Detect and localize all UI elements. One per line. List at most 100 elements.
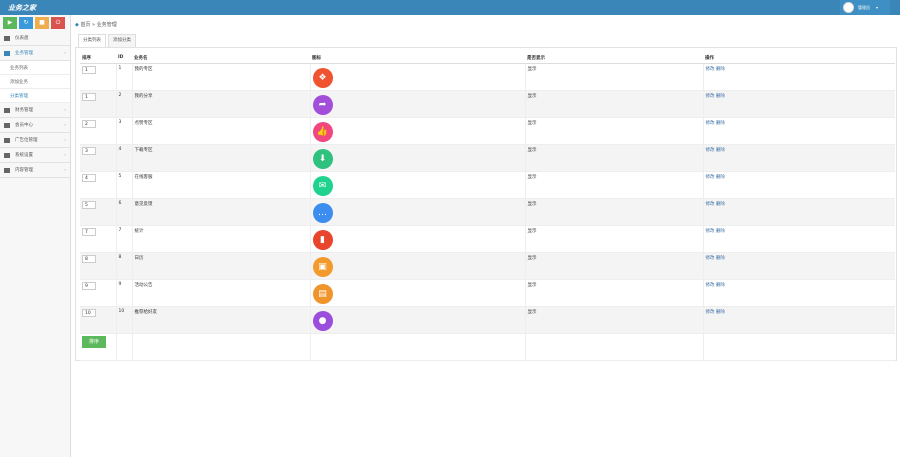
play-icon: ▶ bbox=[7, 19, 13, 26]
sort-input[interactable]: 1 bbox=[82, 65, 96, 74]
row-id: 4 bbox=[115, 144, 132, 172]
sort-input[interactable]: 9 bbox=[82, 281, 96, 290]
row-show: 显示 bbox=[524, 63, 703, 91]
menu-icon bbox=[4, 152, 10, 158]
table-row: 3 4 下载专区 ⬇ 显示 修改 删除 bbox=[80, 144, 895, 172]
row-id: 10 bbox=[115, 306, 132, 334]
category-icon: ▤ bbox=[312, 283, 333, 304]
table-row: 1 1 我的专区 ❖ 显示 修改 删除 bbox=[80, 63, 895, 91]
row-actions[interactable]: 修改 删除 bbox=[706, 229, 725, 234]
row-actions[interactable]: 修改 删除 bbox=[706, 94, 725, 99]
category-icon: ➦ bbox=[312, 94, 333, 115]
row-actions[interactable]: 修改 删除 bbox=[706, 148, 725, 153]
row-id: 2 bbox=[115, 90, 132, 118]
row-name: 日历 bbox=[131, 252, 310, 280]
sort-input[interactable]: 2 bbox=[82, 119, 96, 128]
row-actions[interactable]: 修改 删除 bbox=[706, 175, 725, 180]
tab-category-list[interactable]: 分类列表 bbox=[78, 34, 106, 47]
menu-icon bbox=[4, 50, 10, 56]
row-show: 显示 bbox=[524, 225, 703, 253]
row-id: 1 bbox=[115, 63, 132, 91]
sort-input[interactable]: 4 bbox=[82, 173, 96, 182]
row-show: 显示 bbox=[524, 90, 703, 118]
table-row: 2 3 点赞专区 👍 显示 修改 删除 bbox=[80, 117, 895, 145]
chevron-icon: › bbox=[64, 167, 66, 173]
row-show: 显示 bbox=[524, 198, 703, 226]
sort-input[interactable]: 1 bbox=[82, 92, 96, 101]
sort-input[interactable]: 8 bbox=[82, 254, 96, 263]
category-icon: … bbox=[312, 202, 333, 223]
user-menu[interactable]: 管理员 ▾ bbox=[840, 0, 890, 15]
chevron-icon: › bbox=[64, 122, 66, 128]
chevron-icon: › bbox=[64, 107, 66, 113]
row-name: 我的分享 bbox=[131, 90, 310, 118]
power-button[interactable]: ⏻ bbox=[51, 17, 65, 29]
category-icon: ▣ bbox=[312, 256, 333, 277]
category-icon: ⬇ bbox=[312, 148, 333, 169]
category-table: 排序 ID 业务名 图标 是否显示 操作 1 1 我的专区 ❖ 显示 修改 删除… bbox=[80, 53, 895, 361]
row-actions[interactable]: 修改 删除 bbox=[706, 283, 725, 288]
row-id: 8 bbox=[115, 252, 132, 280]
sidebar-item[interactable]: 仪表盘 bbox=[0, 31, 70, 46]
row-actions[interactable]: 修改 删除 bbox=[706, 121, 725, 126]
row-show: 显示 bbox=[524, 117, 703, 145]
row-show: 显示 bbox=[524, 306, 703, 334]
chevron-icon: › bbox=[64, 137, 66, 143]
refresh-button[interactable]: ↻ bbox=[19, 17, 33, 29]
row-actions[interactable]: 修改 删除 bbox=[706, 256, 725, 261]
sidebar-subitem[interactable]: 业务列表 bbox=[0, 61, 70, 75]
col-name: 业务名 bbox=[132, 53, 310, 64]
play-button[interactable]: ▶ bbox=[3, 17, 17, 29]
sort-button[interactable]: 排序 bbox=[82, 335, 106, 348]
sidebar-item[interactable]: 内容管理 › bbox=[0, 163, 70, 178]
menu-icon bbox=[4, 137, 10, 143]
avatar bbox=[843, 2, 854, 13]
table-row: 7 7 统计 ▮ 显示 修改 删除 bbox=[80, 225, 895, 253]
table-row: 10 10 推荐给好友 ● 显示 修改 删除 bbox=[80, 306, 895, 334]
row-show: 显示 bbox=[524, 144, 703, 172]
home-icon: ◆ bbox=[75, 22, 79, 28]
row-id: 3 bbox=[115, 117, 132, 145]
row-name: 我的专区 bbox=[131, 63, 310, 91]
sort-input[interactable]: 10 bbox=[82, 308, 96, 317]
breadcrumb: ◆ 首页 » 业务管理 bbox=[75, 22, 117, 28]
refresh-icon: ↻ bbox=[23, 19, 29, 26]
sort-input[interactable]: 3 bbox=[82, 146, 96, 155]
row-actions[interactable]: 修改 删除 bbox=[706, 310, 725, 315]
sidebar-item[interactable]: 财务管理 › bbox=[0, 103, 70, 118]
sidebar-subitem[interactable]: 分类管理 bbox=[0, 89, 70, 103]
power-icon: ⏻ bbox=[55, 19, 61, 26]
row-id: 9 bbox=[115, 279, 132, 307]
user-name: 管理员 bbox=[858, 4, 870, 10]
row-name: 活动公告 bbox=[131, 279, 310, 307]
row-show: 显示 bbox=[524, 171, 703, 199]
sidebar-subitem[interactable]: 添加业务 bbox=[0, 75, 70, 89]
row-actions[interactable]: 修改 删除 bbox=[706, 202, 725, 207]
row-name: 意见反馈 bbox=[131, 198, 310, 226]
row-name: 点赞专区 bbox=[131, 117, 310, 145]
col-id: ID bbox=[116, 53, 132, 64]
caret-down-icon: ▾ bbox=[876, 5, 879, 10]
sidebar-item[interactable]: 广告位管理 › bbox=[0, 133, 70, 148]
row-name: 推荐给好友 bbox=[131, 306, 310, 334]
box-button[interactable]: ■ bbox=[35, 17, 49, 29]
category-icon: ▮ bbox=[312, 229, 333, 250]
sidebar-item[interactable]: 业务管理 › bbox=[0, 46, 70, 61]
col-actions: 操作 bbox=[703, 53, 895, 64]
sort-input[interactable]: 5 bbox=[82, 200, 96, 209]
sidebar-item[interactable]: 系统设置 › bbox=[0, 148, 70, 163]
row-name: 下载专区 bbox=[131, 144, 310, 172]
row-actions[interactable]: 修改 删除 bbox=[706, 67, 725, 72]
row-name: 统计 bbox=[131, 225, 310, 253]
category-panel: 排序 ID 业务名 图标 是否显示 操作 1 1 我的专区 ❖ 显示 修改 删除… bbox=[75, 47, 897, 361]
category-icon: ❖ bbox=[312, 67, 333, 88]
table-row: 8 8 日历 ▣ 显示 修改 删除 bbox=[80, 252, 895, 280]
tab-add-category[interactable]: 添加分类 bbox=[108, 34, 136, 47]
top-bar: 业务之家 管理员 ▾ bbox=[0, 0, 900, 15]
menu-icon bbox=[4, 35, 10, 41]
sidebar: ▶ ↻ ■ ⏻ 仪表盘 业务管理 › 业务列表 添加业务 分类管理 财务管理 › 会员中心 › 广告位管理… bbox=[0, 15, 71, 457]
sort-input[interactable]: 7 bbox=[82, 227, 96, 236]
menu-icon bbox=[4, 107, 10, 113]
sidebar-item[interactable]: 会员中心 › bbox=[0, 118, 70, 133]
table-row: 9 9 活动公告 ▤ 显示 修改 删除 bbox=[80, 279, 895, 307]
